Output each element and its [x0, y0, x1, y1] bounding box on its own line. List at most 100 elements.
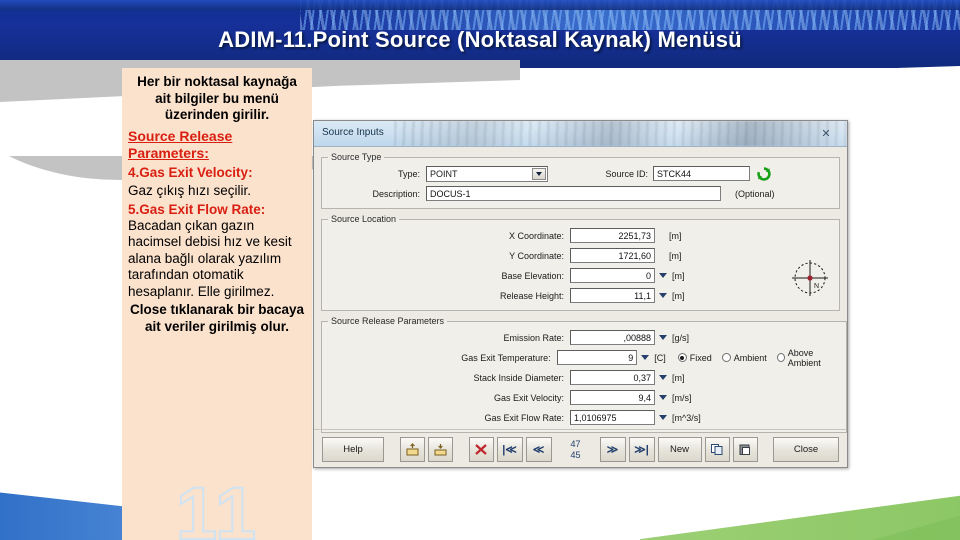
export-icon[interactable]: [427, 437, 453, 462]
slide-number-watermark: 11: [175, 471, 259, 540]
gas-exit-temperature-dropdown-icon[interactable]: [641, 355, 650, 360]
close-button[interactable]: Close: [773, 437, 839, 462]
gas-exit-velocity-label: Gas Exit Velocity:: [493, 392, 564, 403]
green-corner-decoration: [640, 494, 960, 540]
release-height-value: 11,1: [634, 290, 651, 301]
refresh-icon[interactable]: [756, 166, 772, 182]
panel-section-heading: Source Release Parameters:: [128, 127, 233, 161]
gas-exit-flow-rate-row: Gas Exit Flow Rate: 1,0106975 [m^3/s]: [328, 409, 840, 426]
panel-intro-text: Her bir noktasal kaynağa ait bilgiler bu…: [137, 74, 297, 123]
gas-exit-temperature-label: Gas Exit Temperature:: [461, 352, 551, 363]
chevron-down-icon[interactable]: [532, 167, 546, 180]
gas-exit-flow-rate-input: 1,0106975: [570, 410, 655, 425]
stack-inside-diameter-input[interactable]: 0,37: [570, 370, 655, 385]
temperature-mode-above-ambient[interactable]: Above Ambient: [776, 347, 840, 368]
panel-item-4-label: 4.Gas Exit Velocity:: [128, 164, 253, 180]
copy-icon[interactable]: [704, 437, 730, 462]
stack-inside-diameter-label: Stack Inside Diameter:: [473, 372, 564, 383]
source-location-group: Source Location X Coordinate: 2251,73 [m…: [321, 214, 840, 311]
x-coordinate-label: X Coordinate:: [508, 230, 564, 241]
description-label: Description:: [372, 188, 420, 199]
emission-rate-row: Emission Rate: ,00888 [g/s]: [328, 329, 840, 346]
description-row: Description: DOCUS-1 (Optional): [328, 185, 833, 202]
gas-exit-velocity-unit: [m/s]: [672, 392, 692, 403]
import-icon[interactable]: [399, 437, 425, 462]
radio-dot-icon: [776, 353, 785, 362]
emission-rate-dropdown-icon[interactable]: [659, 335, 667, 340]
gas-exit-flow-rate-dropdown-icon[interactable]: [659, 415, 667, 420]
first-record-button[interactable]: |≪: [496, 437, 523, 462]
panel-item-5-label: 5.Gas Exit Flow Rate:: [128, 201, 266, 217]
release-parameters-legend: Source Release Parameters: [331, 316, 445, 326]
gas-exit-velocity-dropdown-icon[interactable]: [659, 395, 667, 400]
x-coordinate-row: X Coordinate: 2251,73 [m]: [328, 227, 833, 244]
stack-inside-diameter-value: 0,37: [633, 372, 651, 383]
x-coordinate-unit: [m]: [669, 230, 682, 241]
gas-exit-velocity-row: Gas Exit Velocity: 9,4 [m/s]: [328, 389, 840, 406]
type-row: Type: POINT Source ID: STCK44: [328, 165, 833, 182]
explanation-panel: Her bir noktasal kaynağa ait bilgiler bu…: [122, 68, 312, 540]
gas-exit-flow-rate-label: Gas Exit Flow Rate:: [484, 412, 564, 423]
help-button[interactable]: Help: [322, 437, 384, 462]
release-parameters-group: Source Release Parameters Emission Rate:…: [321, 316, 847, 433]
type-label: Type:: [397, 168, 420, 179]
source-id-input[interactable]: STCK44: [653, 166, 750, 181]
source-inputs-dialog: Source Inputs ✕ Source Type Type: POINT …: [313, 120, 848, 468]
base-elevation-dropdown-icon[interactable]: [659, 273, 667, 278]
gas-exit-velocity-input[interactable]: 9,4: [570, 390, 655, 405]
release-height-input[interactable]: 11,1: [570, 288, 655, 303]
record-counter-current: 47: [570, 438, 581, 449]
emission-rate-value: ,00888: [623, 332, 651, 343]
paste-icon[interactable]: [732, 437, 758, 462]
radio-dot-icon: [677, 353, 687, 362]
close-icon[interactable]: ✕: [813, 125, 839, 142]
x-coordinate-input[interactable]: 2251,73: [570, 228, 655, 243]
base-elevation-value: 0: [645, 270, 651, 281]
dialog-body: Source Type Type: POINT Source ID: STCK4…: [314, 147, 847, 467]
base-elevation-unit: [m]: [672, 270, 685, 281]
temperature-mode-above-ambient-label: Above Ambient: [787, 347, 821, 368]
y-coordinate-input[interactable]: 1721,60: [570, 248, 655, 263]
page-title: ADIM-11.Point Source (Noktasal Kaynak) M…: [218, 27, 742, 52]
stack-inside-diameter-row: Stack Inside Diameter: 0,37 [m]: [328, 369, 840, 386]
panel-item-5-text: Bacadan çıkan gazın hacimsel debisi hız …: [128, 218, 292, 299]
y-coordinate-unit: [m]: [669, 250, 682, 261]
temperature-mode-fixed-label: Fixed: [689, 352, 712, 363]
type-value: POINT: [430, 168, 458, 179]
release-height-dropdown-icon[interactable]: [659, 293, 667, 298]
emission-rate-unit: [g/s]: [672, 332, 690, 343]
temperature-mode-fixed[interactable]: Fixed: [677, 352, 712, 363]
gas-exit-temperature-value: 9: [628, 352, 634, 363]
crosshair-target-icon[interactable]: N: [787, 255, 833, 301]
base-elevation-label: Base Elevation:: [501, 270, 564, 281]
last-record-button[interactable]: ≫|: [628, 437, 655, 462]
release-height-row: Release Height: 11,1 [m]: [328, 287, 833, 304]
next-record-button[interactable]: ≫: [599, 437, 626, 462]
panel-item-4: 4.Gas Exit Velocity:: [128, 165, 306, 181]
temperature-mode-ambient-label: Ambient: [733, 352, 767, 363]
emission-rate-label: Emission Rate:: [503, 332, 564, 343]
delete-x-icon[interactable]: [468, 437, 494, 462]
record-counter-total: 45: [570, 449, 581, 460]
description-input[interactable]: DOCUS-1: [426, 186, 721, 201]
y-coordinate-row: Y Coordinate: 1721,60 [m]: [328, 247, 833, 264]
new-button[interactable]: New: [657, 437, 702, 462]
temperature-mode-ambient[interactable]: Ambient: [721, 352, 767, 363]
stack-inside-diameter-dropdown-icon[interactable]: [659, 375, 667, 380]
optional-note: (Optional): [735, 188, 775, 199]
gas-exit-temperature-input[interactable]: 9: [556, 350, 638, 365]
slide-canvas: ADIM-11.Point Source (Noktasal Kaynak) M…: [0, 0, 960, 540]
source-id-label: Source ID:: [605, 168, 648, 179]
source-type-group: Source Type Type: POINT Source ID: STCK4…: [321, 152, 840, 209]
x-coordinate-value: 2251,73: [618, 230, 651, 241]
panel-closing-text: Close tıklanarak bir bacaya ait veriler …: [129, 302, 305, 334]
gas-exit-temperature-unit: [C]: [654, 352, 666, 363]
emission-rate-input[interactable]: ,00888: [570, 330, 655, 345]
base-elevation-input[interactable]: 0: [570, 268, 655, 283]
type-select[interactable]: POINT: [426, 165, 548, 182]
y-coordinate-value: 1721,60: [618, 250, 651, 261]
gas-exit-flow-rate-value: 1,0106975: [574, 412, 617, 423]
dialog-title: Source Inputs: [322, 127, 384, 138]
previous-record-button[interactable]: ≪: [525, 437, 552, 462]
gas-exit-velocity-value: 9,4: [638, 392, 651, 403]
